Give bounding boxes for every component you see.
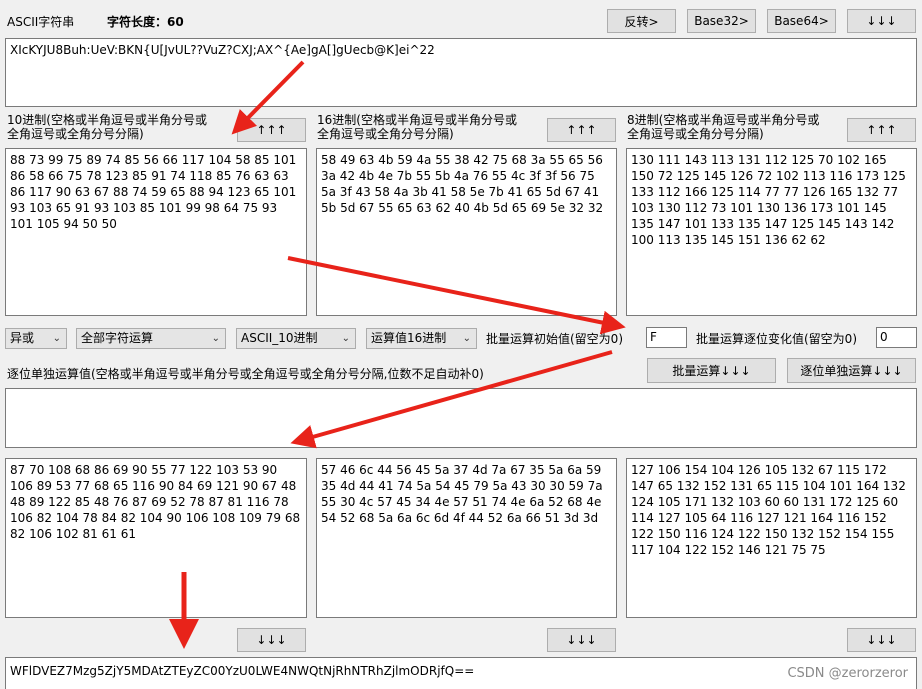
ascii-title: ASCII字符串 [7, 15, 75, 29]
base64-button[interactable]: Base64> [767, 9, 836, 33]
octal-label: 8进制(空格或半角逗号或半角分号或全角逗号或全角分号分隔) [627, 113, 820, 141]
scope-select[interactable]: 全部字符运算 ⌄ [76, 328, 226, 349]
chevron-down-icon: ⌄ [211, 333, 220, 344]
batch-step-input[interactable]: 0 [876, 327, 917, 348]
mode-select[interactable]: ASCII_10进制 ⌄ [236, 328, 356, 349]
operation-select-value: 异或 [10, 331, 35, 345]
result-decimal-textarea[interactable]: 87 70 108 68 86 69 90 55 77 122 103 53 9… [5, 458, 307, 618]
chevron-down-icon: ⌄ [52, 333, 61, 344]
reverse-button[interactable]: 反转> [607, 9, 676, 33]
length-label: 字符长度：60 [107, 15, 184, 29]
mode-select-value: ASCII_10进制 [241, 331, 318, 345]
result-octal-textarea[interactable]: 127 106 154 104 126 105 132 67 115 172 1… [626, 458, 917, 618]
bitwise-textarea[interactable] [5, 388, 917, 448]
convert-down-button[interactable]: ↓↓↓ [847, 9, 916, 33]
value-base-select-value: 运算值16进制 [371, 331, 447, 345]
decimal-up-button[interactable]: ↑↑↑ [237, 118, 306, 142]
result-hex-down-button[interactable]: ↓↓↓ [547, 628, 616, 652]
decimal-textarea[interactable]: 88 73 99 75 89 74 85 56 66 117 104 58 85… [5, 148, 307, 316]
decimal-label: 10进制(空格或半角逗号或半角分号或全角逗号或全角分号分隔) [7, 113, 207, 141]
value-base-select[interactable]: 运算值16进制 ⌄ [366, 328, 477, 349]
batch-step-label: 批量运算逐位变化值(留空为0) [696, 332, 857, 346]
result-decimal-down-button[interactable]: ↓↓↓ [237, 628, 306, 652]
chevron-down-icon: ⌄ [341, 333, 350, 344]
operation-select[interactable]: 异或 ⌄ [5, 328, 67, 349]
chevron-down-icon: ⌄ [462, 333, 471, 344]
hex-textarea[interactable]: 58 49 63 4b 59 4a 55 38 42 75 68 3a 55 6… [316, 148, 617, 316]
batch-compute-button[interactable]: 批量运算↓↓↓ [647, 358, 776, 383]
hex-label: 16进制(空格或半角逗号或半角分号或全角逗号或全角分号分隔) [317, 113, 517, 141]
octal-up-button[interactable]: ↑↑↑ [847, 118, 916, 142]
octal-textarea[interactable]: 130 111 143 113 131 112 125 70 102 165 1… [626, 148, 917, 316]
ascii-input[interactable]: XIcKYJU8Buh:UeV:BKN{U[JvUL??VuZ?CXJ;AX^{… [5, 38, 917, 107]
batch-init-label: 批量运算初始值(留空为0) [486, 332, 623, 346]
batch-init-input[interactable]: F [646, 327, 687, 348]
output-textarea[interactable]: WFlDVEZ7Mzg5ZjY5MDAtZTEyZC00YzU0LWE4NWQt… [5, 657, 917, 689]
bitwise-compute-button[interactable]: 逐位单独运算↓↓↓ [787, 358, 916, 383]
bitwise-label: 逐位单独运算值(空格或半角逗号或半角分号或全角逗号或全角分号分隔,位数不足自动补… [7, 367, 484, 381]
hex-up-button[interactable]: ↑↑↑ [547, 118, 616, 142]
result-hex-textarea[interactable]: 57 46 6c 44 56 45 5a 37 4d 7a 67 35 5a 6… [316, 458, 617, 618]
scope-select-value: 全部字符运算 [81, 331, 154, 345]
result-octal-down-button[interactable]: ↓↓↓ [847, 628, 916, 652]
base32-button[interactable]: Base32> [687, 9, 756, 33]
watermark: CSDN @zerorzeror [787, 666, 908, 681]
